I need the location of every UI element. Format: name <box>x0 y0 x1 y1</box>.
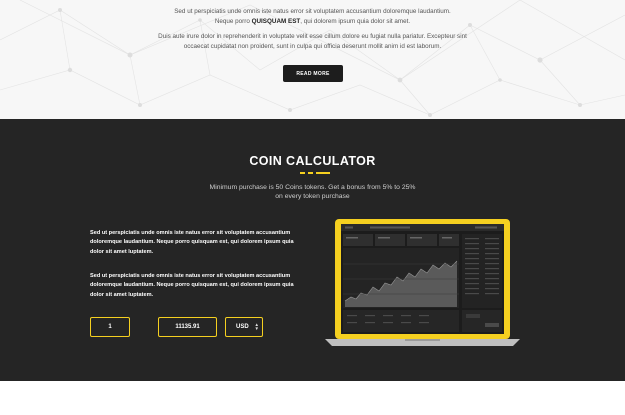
intro-paragraph-1: Sed ut perspiciatis unde omnis iste natu… <box>0 7 625 27</box>
total-value: 11135.91 <box>175 324 200 330</box>
updown-caret-icon: ▲ ▼ <box>254 322 259 331</box>
intro-line-1: Sed ut perspiciatis unde omnis iste natu… <box>174 8 451 15</box>
title-underline-dash <box>300 172 305 174</box>
coin-calculator-section: COIN CALCULATOR Minimum purchase is 50 C… <box>0 119 625 381</box>
section-subtitle-line-1: Minimum purchase is 50 Coins tokens. Get… <box>209 184 416 191</box>
amount-value: 1 <box>108 324 112 330</box>
intro-section: Sed ut perspiciatis unde omnis iste natu… <box>0 0 625 119</box>
calculator-paragraph-1: Sed ut perspiciatis unde omnis iste natu… <box>90 230 294 255</box>
intro-line-3: Duis aute irure dolor in reprehenderit i… <box>158 33 467 40</box>
title-underline-dash <box>308 172 313 174</box>
intro-line-2-post: , qui dolorem ipsum quia dolor sit amet. <box>300 18 411 25</box>
section-title: COIN CALCULATOR <box>249 154 376 168</box>
laptop-dashboard-icon <box>325 219 520 346</box>
intro-paragraph-2: Duis aute irure dolor in reprehenderit i… <box>0 32 625 52</box>
section-subtitle-line-2: on every token purchase <box>275 193 350 200</box>
title-underline-bar <box>316 172 330 174</box>
intro-line-2-pre: Neque porro <box>214 18 252 25</box>
page-bottom-space <box>0 381 625 415</box>
amount-input[interactable]: 1 <box>90 317 130 337</box>
intro-line-2-bold: QUISQUAM EST <box>251 18 301 25</box>
calculator-paragraph-2: Sed ut perspiciatis unde omnis iste natu… <box>90 273 294 298</box>
read-more-button[interactable]: READ MORE <box>283 65 343 82</box>
currency-value: USD <box>236 324 249 330</box>
currency-select[interactable]: USD ▲ ▼ <box>225 317 263 337</box>
total-output-field[interactable]: 11135.91 <box>158 317 217 337</box>
intro-line-4: occaecat cupidatat non proident, sunt in… <box>183 43 442 50</box>
